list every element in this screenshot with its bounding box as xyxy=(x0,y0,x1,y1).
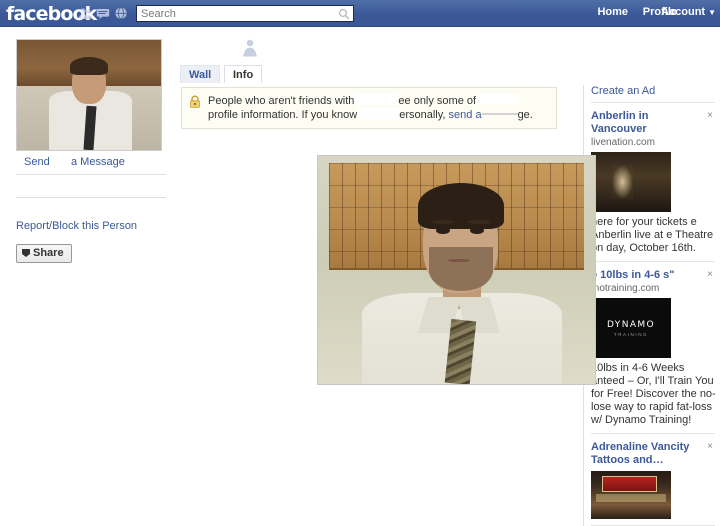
search-box[interactable] xyxy=(136,5,354,22)
profile-photo[interactable] xyxy=(16,39,162,151)
ad-logo-text: DYNAMO xyxy=(607,320,655,330)
person-icon xyxy=(242,38,258,57)
notifications-globe-icon[interactable] xyxy=(114,7,128,20)
notice-text-5: ersonally, xyxy=(399,109,445,121)
tab-info[interactable]: Info xyxy=(224,65,262,83)
nav-home-link[interactable]: Home xyxy=(597,6,628,18)
ad-item: × Anberlin in Vancouver livenation.com h… xyxy=(591,103,715,262)
ad-domain: livenation.com xyxy=(591,137,715,148)
notice-text-1: People who aren't friends with xyxy=(208,95,354,107)
page-body: Send a Message Report/Block this Person … xyxy=(0,27,720,512)
share-button-label: Share xyxy=(33,247,64,259)
notice-text-6: ge. xyxy=(518,109,533,121)
ad-body-text: here for your tickets e Anberlin live at… xyxy=(591,216,717,255)
nav-account-menu[interactable]: Account▼ xyxy=(661,6,716,18)
notice-blurred-word xyxy=(482,109,518,119)
send-a-message-link[interactable]: send a xyxy=(449,109,482,121)
ad-image[interactable] xyxy=(591,152,671,212)
left-sidebar: Send a Message Report/Block this Person … xyxy=(16,39,166,263)
notice-redaction-1 xyxy=(354,94,398,105)
notice-text-3: profile information. If you xyxy=(208,109,328,121)
ad-item: × Adrenaline Vancity Tattoos and… xyxy=(591,434,715,526)
photo-eye-left xyxy=(436,227,450,234)
ad-title[interactable]: Anberlin in Vancouver xyxy=(591,110,695,136)
uploaded-photo-overlay[interactable] xyxy=(317,155,596,385)
nav-account-label: Account xyxy=(661,6,705,18)
report-block-person-link[interactable]: Report/Block this Person xyxy=(16,220,166,232)
center-column: Wall Info People who aren't friends with… xyxy=(176,35,568,59)
photo-hair xyxy=(70,57,109,76)
ad-body-text: 10lbs in 4-6 Weeks anteed – Or, I'll Tra… xyxy=(591,362,717,427)
notice-redaction-3 xyxy=(357,108,399,119)
ad-logo-subtext: TRAINING xyxy=(614,332,648,337)
messages-icon[interactable] xyxy=(96,7,110,20)
share-button[interactable]: Share xyxy=(16,244,72,263)
ad-title[interactable]: e 10lbs in 4-6 s" xyxy=(591,269,695,282)
ad-title[interactable]: Adrenaline Vancity Tattoos and… xyxy=(591,441,695,467)
tab-wall[interactable]: Wall xyxy=(180,65,220,83)
ad-close-icon[interactable]: × xyxy=(707,442,713,452)
photo-beard xyxy=(429,247,493,290)
lock-icon xyxy=(189,95,201,108)
ad-close-icon[interactable]: × xyxy=(707,111,713,121)
ad-image-strip xyxy=(596,494,666,502)
notice-text-4: know xyxy=(332,109,358,121)
profile-name-redacted xyxy=(176,35,240,59)
sidebar-divider xyxy=(16,197,166,198)
profile-tabs: Wall Info xyxy=(176,65,568,83)
photo-eye-right xyxy=(470,227,484,234)
photo-hair xyxy=(418,183,504,229)
send-message-link-suffix[interactable]: a Message xyxy=(71,156,125,168)
ad-domain: motraining.com xyxy=(591,283,715,294)
send-message-row: Send a Message xyxy=(16,156,166,175)
share-flag-icon xyxy=(22,249,30,257)
friend-requests-icon[interactable] xyxy=(78,7,92,20)
chevron-down-icon: ▼ xyxy=(708,8,716,17)
notice-redaction-2 xyxy=(476,94,520,105)
ad-sidebar: Create an Ad × Anberlin in Vancouver liv… xyxy=(583,85,715,526)
top-navigation-bar: facebook Home Profile Ac xyxy=(0,0,720,27)
search-input[interactable] xyxy=(137,6,335,21)
search-icon xyxy=(338,8,350,20)
ad-item: × e 10lbs in 4-6 s" motraining.com DYNAM… xyxy=(591,262,715,434)
create-an-ad-link[interactable]: Create an Ad xyxy=(591,85,715,103)
privacy-notice-box: People who aren't friends with ee only so… xyxy=(181,87,557,129)
send-message-link-prefix[interactable]: Send xyxy=(24,156,50,168)
ad-image-sign xyxy=(602,476,657,492)
ad-close-icon[interactable]: × xyxy=(707,270,713,280)
notice-text-2: ee only some of xyxy=(398,95,476,107)
ad-image[interactable]: DYNAMO TRAINING xyxy=(591,298,671,358)
